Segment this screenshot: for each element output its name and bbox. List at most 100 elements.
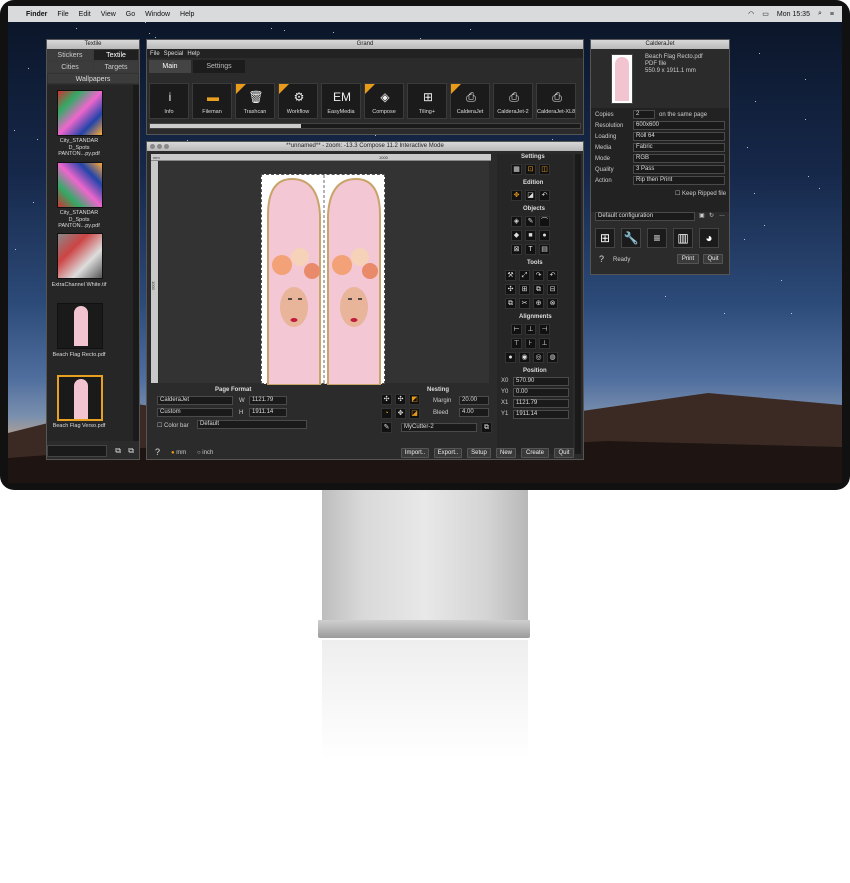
wrench-tool-icon[interactable]: 🔧	[621, 228, 641, 248]
loading-select[interactable]: Roll 64	[633, 132, 725, 141]
diamond-icon[interactable]: ◆	[511, 230, 522, 241]
align-middle-icon[interactable]: ⊦	[525, 338, 536, 349]
battery-icon[interactable]: ▭	[762, 10, 769, 18]
caldera-help-button[interactable]: ?	[599, 254, 604, 264]
tool-info-button[interactable]: i Info	[149, 83, 189, 119]
queue-icon[interactable]: ≡	[647, 228, 667, 248]
toolbar-scrollbar[interactable]	[149, 123, 581, 129]
trim-icon[interactable]: ⊟	[547, 284, 558, 295]
size-select[interactable]: Custom	[157, 408, 233, 417]
align-top-icon[interactable]: ⊤	[511, 338, 522, 349]
menu-help[interactable]: Help	[187, 51, 199, 57]
tool-calderajet-2-button[interactable]: ⎙ CalderaJet-2	[493, 83, 533, 119]
menubar-go[interactable]: Go	[126, 11, 135, 18]
menubar-help[interactable]: Help	[180, 11, 194, 18]
pen-icon[interactable]: ✎	[525, 216, 536, 227]
thumb-beach-recto[interactable]	[57, 303, 103, 349]
menu-special[interactable]: Special	[164, 51, 184, 57]
tool-tiling--button[interactable]: ⊞ Tiling+	[407, 83, 447, 119]
menubar-window[interactable]: Window	[145, 11, 170, 18]
thumb-city-1[interactable]	[57, 90, 103, 136]
thumb-beach-verso[interactable]	[57, 375, 103, 421]
join-icon[interactable]: ⊕	[533, 298, 544, 309]
tool-calderajet-xl8-button[interactable]: ⎙ CalderaJet-XL8	[536, 83, 576, 119]
image-box-icon[interactable]: ⊠	[511, 244, 522, 255]
distribute-4-icon[interactable]: ◍	[547, 352, 558, 363]
new-button[interactable]: New	[496, 448, 516, 458]
tab-stickers[interactable]: Stickers	[47, 49, 93, 61]
search-icon[interactable]: ⌕	[818, 10, 822, 18]
wifi-icon[interactable]: ◠	[748, 10, 754, 18]
fill-icon[interactable]: ◈	[511, 216, 522, 227]
zoom-dot-icon[interactable]	[164, 144, 169, 149]
pos-x0-field[interactable]: 570.90	[513, 377, 569, 386]
menubar-clock[interactable]: Mon 15:35	[777, 11, 810, 18]
crop-icon[interactable]: ◪	[525, 190, 536, 201]
width-field[interactable]: 1121.79	[249, 396, 287, 405]
tool-workflow-button[interactable]: ⚙ Workflow	[278, 83, 318, 119]
align-right-icon[interactable]: ⊣	[539, 324, 550, 335]
media-select[interactable]: Fabric	[633, 143, 725, 152]
nest-icon-6[interactable]: ◪	[409, 408, 420, 419]
gradient-icon[interactable]: ▤	[539, 244, 550, 255]
unit-mm-radio[interactable]: ● mm	[171, 450, 186, 456]
calderajet-titlebar[interactable]: CalderaJet	[591, 40, 729, 49]
layers-icon[interactable]: ◫	[539, 164, 550, 175]
menubar-app[interactable]: Finder	[26, 11, 47, 18]
nest-icon-3[interactable]: ◩	[409, 394, 420, 405]
wrench-icon[interactable]: ⚒	[505, 270, 516, 281]
snap-icon[interactable]: ⊡	[525, 164, 536, 175]
margin-field[interactable]: 20.00	[459, 396, 489, 405]
import-icon[interactable]: ⧉	[115, 446, 121, 456]
print-button[interactable]: Print	[677, 254, 699, 264]
distribute-2-icon[interactable]: ◉	[519, 352, 530, 363]
export-icon[interactable]: ⧉	[128, 446, 134, 456]
distribute-3-icon[interactable]: ◎	[533, 352, 544, 363]
resolution-select[interactable]: 600x600	[633, 121, 725, 130]
nest-icon-5[interactable]: ✥	[395, 408, 406, 419]
keep-ripped-checkbox[interactable]: ☐ Keep Ripped file	[675, 190, 726, 197]
align-bottom-icon[interactable]: ⊥	[539, 338, 550, 349]
library-section[interactable]: Wallpapers	[47, 73, 139, 84]
help-button[interactable]: ?	[155, 447, 160, 457]
more-config-icon[interactable]: …	[719, 212, 725, 218]
tab-cities[interactable]: Cities	[47, 61, 93, 73]
nest-icon-1[interactable]: ✣	[381, 394, 392, 405]
redo-icon[interactable]: ↷	[533, 270, 544, 281]
pos-y1-field[interactable]: 1911.14	[513, 410, 569, 419]
swatches-icon[interactable]: ▥	[673, 228, 693, 248]
pos-y0-field[interactable]: 0.00	[513, 388, 569, 397]
menubar-view[interactable]: View	[101, 11, 116, 18]
min-dot-icon[interactable]	[157, 144, 162, 149]
library-scrollbar[interactable]	[133, 85, 139, 441]
export-button[interactable]: Export..	[434, 448, 462, 458]
colorbar-select[interactable]: Default	[197, 420, 307, 429]
select-icon[interactable]: ✥	[511, 190, 522, 201]
square-icon[interactable]: ■	[525, 230, 536, 241]
quality-select[interactable]: 3 Pass	[633, 165, 725, 174]
compose-quit-button[interactable]: Quit	[554, 448, 574, 458]
tab-grand-settings[interactable]: Settings	[193, 60, 245, 73]
new-job-icon[interactable]: ⊞	[595, 228, 615, 248]
tab-textile[interactable]: Textile	[93, 49, 139, 61]
mode-select[interactable]: RGB	[633, 154, 725, 163]
height-field[interactable]: 1911.14	[249, 408, 287, 417]
printer-select[interactable]: CalderaJet	[157, 396, 233, 405]
circle-icon[interactable]: ●	[539, 230, 550, 241]
tool-fileman-button[interactable]: ▬ Fileman	[192, 83, 232, 119]
text-icon[interactable]: T	[525, 244, 536, 255]
tab-main[interactable]: Main	[149, 60, 191, 73]
nest-icon-4[interactable]: ◔	[381, 408, 392, 419]
grid-icon[interactable]: ▦	[511, 164, 522, 175]
undo-icon[interactable]: ↶	[539, 190, 550, 201]
distribute-1-icon[interactable]: ●	[505, 352, 516, 363]
close-dot-icon[interactable]	[150, 144, 155, 149]
menu-list-icon[interactable]: ≡	[830, 11, 834, 18]
copies-field[interactable]: 2	[633, 110, 655, 119]
colorbar-checkbox[interactable]: ☐ Color bar	[157, 422, 189, 429]
tool-easymedia-button[interactable]: EM EasyMedia	[321, 83, 361, 119]
thumb-city-2[interactable]	[57, 162, 103, 208]
tool-trashcan-button[interactable]: 🗑 Trashcan	[235, 83, 275, 119]
import-button[interactable]: Import..	[401, 448, 429, 458]
weld-icon[interactable]: ⧉	[533, 284, 544, 295]
